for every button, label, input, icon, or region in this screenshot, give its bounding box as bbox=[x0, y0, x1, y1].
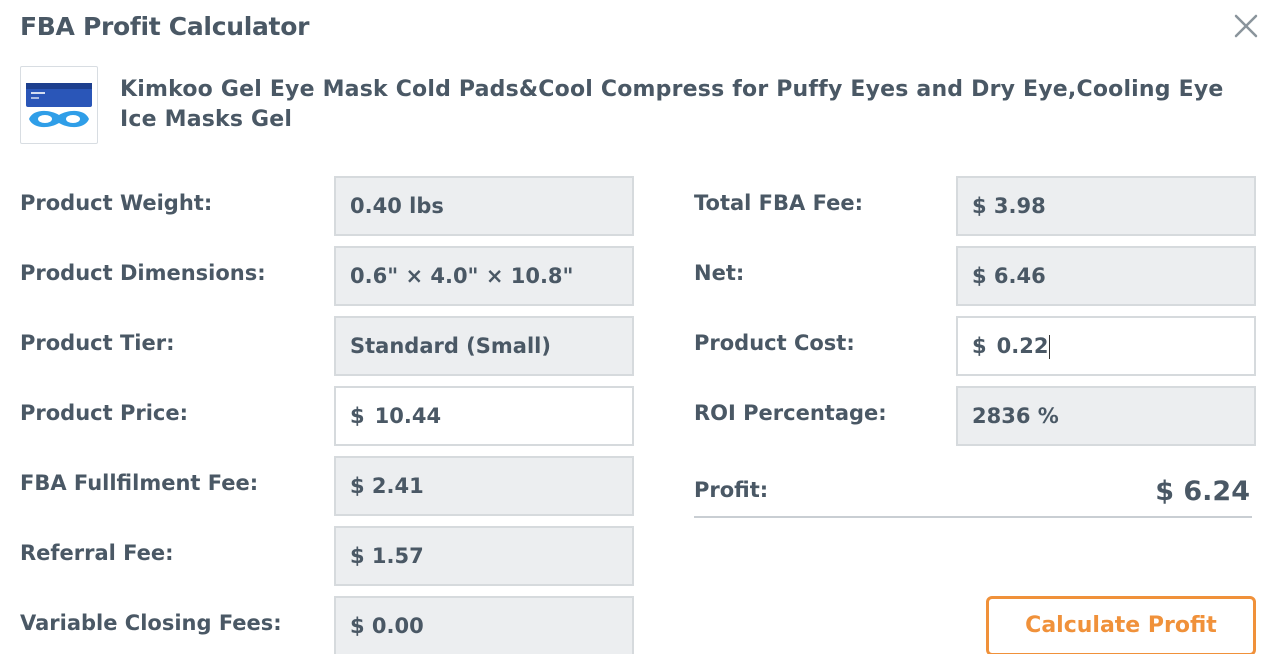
price-currency-symbol: $ bbox=[350, 404, 365, 428]
product-cost-label: Product Cost: bbox=[694, 331, 855, 355]
calculate-profit-button[interactable]: Calculate Profit bbox=[986, 596, 1256, 654]
roi-percentage-field: 2836 % bbox=[956, 386, 1256, 446]
close-icon[interactable] bbox=[1232, 12, 1260, 40]
product-weight-label: Product Weight: bbox=[20, 191, 213, 215]
product-title: Kimkoo Gel Eye Mask Cold Pads&Cool Compr… bbox=[120, 77, 1224, 132]
text-caret bbox=[1049, 335, 1051, 359]
profit-value: $ 6.24 bbox=[1155, 476, 1250, 507]
referral-fee-value: $ 1.57 bbox=[350, 544, 424, 568]
net-label: Net: bbox=[694, 261, 745, 285]
net-field: $ 6.46 bbox=[956, 246, 1256, 306]
product-weight-field: 0.40 lbs bbox=[334, 176, 634, 236]
product-dimensions-field: 0.6" × 4.0" × 10.8" bbox=[334, 246, 634, 306]
variable-closing-fees-field: $ 0.00 bbox=[334, 596, 634, 654]
product-tier-label: Product Tier: bbox=[20, 331, 175, 355]
total-fba-fee-field: $ 3.98 bbox=[956, 176, 1256, 236]
profit-label: Profit: bbox=[694, 478, 769, 502]
net-value: $ 6.46 bbox=[972, 264, 1046, 288]
product-cost-value[interactable]: 0.22 bbox=[997, 334, 1049, 358]
product-tier-field: Standard (Small) bbox=[334, 316, 634, 376]
total-fba-fee-value: $ 3.98 bbox=[972, 194, 1046, 218]
product-price-input[interactable]: $10.44 bbox=[334, 386, 634, 446]
referral-fee-label: Referral Fee: bbox=[20, 541, 174, 565]
product-cost-input[interactable]: $0.22 bbox=[956, 316, 1256, 376]
product-thumbnail bbox=[20, 66, 98, 144]
roi-percentage-value: 2836 % bbox=[972, 404, 1059, 428]
fba-fulfilment-fee-field: $ 2.41 bbox=[334, 456, 634, 516]
product-dimensions-value: 0.6" × 4.0" × 10.8" bbox=[350, 264, 574, 288]
variable-closing-fees-label: Variable Closing Fees: bbox=[20, 611, 282, 635]
variable-closing-fees-value: $ 0.00 bbox=[350, 614, 424, 638]
product-price-label: Product Price: bbox=[20, 401, 188, 425]
dialog-title: FBA Profit Calculator bbox=[20, 12, 310, 41]
product-weight-value: 0.40 lbs bbox=[350, 194, 444, 218]
eye-mask-product-image bbox=[26, 83, 92, 128]
profit-row: Profit: $ 6.24 bbox=[694, 472, 1252, 518]
roi-percentage-label: ROI Percentage: bbox=[694, 401, 887, 425]
fba-fulfilment-fee-value: $ 2.41 bbox=[350, 474, 424, 498]
product-price-value[interactable]: 10.44 bbox=[375, 404, 441, 428]
product-dimensions-label: Product Dimensions: bbox=[20, 261, 266, 285]
cost-currency-symbol: $ bbox=[972, 334, 987, 358]
product-tier-value: Standard (Small) bbox=[350, 334, 551, 358]
total-fba-fee-label: Total FBA Fee: bbox=[694, 191, 863, 215]
fba-profit-calculator-dialog: FBA Profit Calculator Kimkoo Gel Eye Mas… bbox=[0, 0, 1278, 654]
fba-fulfilment-fee-label: FBA Fullfilment Fee: bbox=[20, 471, 259, 495]
referral-fee-field: $ 1.57 bbox=[334, 526, 634, 586]
